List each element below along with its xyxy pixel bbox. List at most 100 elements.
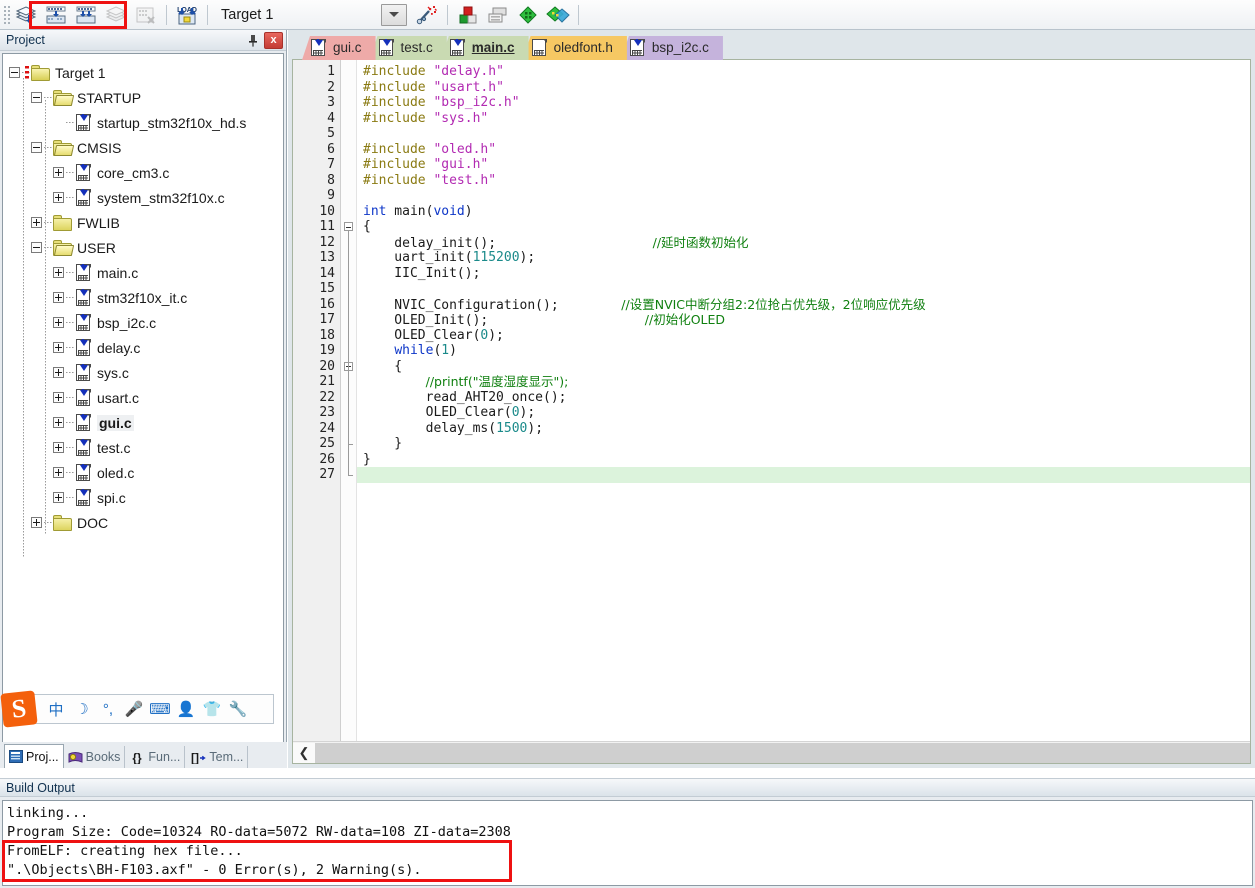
code-line[interactable]: delay_init(); //延时函数初始化 <box>357 235 1250 251</box>
auto-hide-pin-button[interactable] <box>244 32 262 49</box>
code-line[interactable]: #include "oled.h" <box>357 142 1250 158</box>
download-button[interactable]: LOAD <box>173 2 201 28</box>
fold-toggle-icon[interactable] <box>344 222 353 231</box>
expand-toggle-icon[interactable] <box>31 217 42 228</box>
editor-tab-gui-c[interactable]: gui.c <box>302 36 376 60</box>
fold-range-end-1 <box>348 444 353 445</box>
code-line[interactable]: OLED_Init(); //初始化OLED <box>357 312 1250 328</box>
project-icon <box>9 750 23 763</box>
code-line[interactable]: #include "bsp_i2c.h" <box>357 95 1250 111</box>
file-c-icon <box>75 263 92 282</box>
editor-horizontal-scrollbar[interactable]: ❮ <box>293 741 1250 763</box>
manage-project-items-button[interactable] <box>454 2 482 28</box>
expand-toggle-icon[interactable] <box>53 342 64 353</box>
panel-tab-proj[interactable]: Proj... <box>4 744 64 768</box>
expand-toggle-icon[interactable] <box>53 167 64 178</box>
code-line[interactable] <box>357 467 1250 483</box>
code-line[interactable]: { <box>357 219 1250 235</box>
build-output-text[interactable]: linking... Program Size: Code=10324 RO-da… <box>2 800 1253 886</box>
scroll-track[interactable] <box>315 742 1250 763</box>
collapse-toggle-icon[interactable] <box>31 142 42 153</box>
project-tree-container[interactable]: Target 1 STARTUP startup_stm32f10x_hd.s CMS… <box>2 53 284 766</box>
target-options-button[interactable] <box>413 2 441 28</box>
moon-icon[interactable]: ☽ <box>69 696 95 722</box>
editor-tab-bsp-i2c-c[interactable]: bsp_i2c.c <box>620 36 723 60</box>
expand-toggle-icon[interactable] <box>53 467 64 478</box>
expand-toggle-icon[interactable] <box>31 517 42 528</box>
tree-item-target-1[interactable]: Target 1 <box>3 60 283 85</box>
panel-tab-books[interactable]: Books <box>64 746 126 768</box>
code-line[interactable]: } <box>357 452 1250 468</box>
tree-item-label: stm32f10x_it.c <box>97 289 188 306</box>
keil-uvision-window: LOAD Target 1 Project x Target 1 STARTUP… <box>0 0 1255 888</box>
code-line[interactable]: OLED_Clear(0); <box>357 405 1250 421</box>
code-line[interactable]: #include "gui.h" <box>357 157 1250 173</box>
expand-toggle-icon[interactable] <box>53 192 64 203</box>
rebuild-button[interactable] <box>72 2 100 28</box>
punctuation-icon[interactable]: °, <box>95 696 121 722</box>
editor-tab-test-c[interactable]: test.c <box>369 36 447 60</box>
code-token: { <box>363 358 403 374</box>
collapse-toggle-icon[interactable] <box>31 92 42 103</box>
expand-toggle-icon[interactable] <box>53 492 64 503</box>
skin-icon[interactable]: 👕 <box>199 696 225 722</box>
editor-tab-oledfont-h[interactable]: oledfont.h <box>522 36 627 60</box>
pack-installer-button[interactable] <box>544 2 572 28</box>
code-line[interactable]: { <box>357 359 1250 375</box>
target-dropdown[interactable] <box>381 3 408 26</box>
toolbar-separator-3 <box>447 4 449 25</box>
code-line[interactable]: #include "sys.h" <box>357 111 1250 127</box>
chinese-mode-icon[interactable]: 中 <box>43 696 69 722</box>
toolbar-grip[interactable] <box>2 3 10 26</box>
expand-toggle-icon[interactable] <box>53 267 64 278</box>
expand-toggle-icon[interactable] <box>53 417 64 428</box>
manage-multi-items-button[interactable] <box>484 2 512 28</box>
code-line[interactable]: NVIC_Configuration(); //设置NVIC中断分组2:2位抢占… <box>357 297 1250 313</box>
close-panel-button[interactable]: x <box>264 31 283 49</box>
code-folding-margin[interactable] <box>341 60 357 741</box>
expand-toggle-icon[interactable] <box>53 442 64 453</box>
scroll-left-button[interactable]: ❮ <box>293 742 315 763</box>
code-line[interactable] <box>357 281 1250 297</box>
panel-tab-tem[interactable]: [] Tem... <box>185 746 249 768</box>
expand-toggle-icon[interactable] <box>53 292 64 303</box>
stop-build-button[interactable] <box>132 2 160 28</box>
expand-toggle-icon[interactable] <box>53 317 64 328</box>
code-line[interactable]: uart_init(115200); <box>357 250 1250 266</box>
sogou-ime-logo-icon[interactable]: S <box>0 690 38 728</box>
tree-connector-line <box>44 97 53 98</box>
code-line[interactable]: int main(void) <box>357 204 1250 220</box>
code-line[interactable]: while(1) <box>357 343 1250 359</box>
translate-button[interactable] <box>12 2 40 28</box>
manage-run-time-env-button[interactable] <box>514 2 542 28</box>
code-line[interactable]: #include "usart.h" <box>357 80 1250 96</box>
code-line[interactable]: #include "delay.h" <box>357 64 1250 80</box>
expand-toggle-icon[interactable] <box>53 392 64 403</box>
code-token: //初始化OLED <box>644 312 726 327</box>
settings-wrench-icon[interactable]: 🔧 <box>225 696 251 722</box>
code-line[interactable] <box>357 126 1250 142</box>
build-button[interactable] <box>42 2 70 28</box>
code-line[interactable]: IIC_Init(); <box>357 266 1250 282</box>
voice-input-icon[interactable]: 🎤 <box>121 696 147 722</box>
code-line[interactable]: //printf("温度湿度显示"); <box>357 374 1250 390</box>
code-line[interactable]: read_AHT20_once(); <box>357 390 1250 406</box>
editor-tab-main-c[interactable]: main.c <box>440 36 529 60</box>
panel-tab-fun[interactable]: {} Fun... <box>125 746 186 768</box>
tree-item-label: Target 1 <box>55 64 106 81</box>
batch-build-button[interactable] <box>102 2 130 28</box>
code-text[interactable]: #include "delay.h" #include "usart.h" #inc… <box>357 60 1250 741</box>
code-line[interactable]: } <box>357 436 1250 452</box>
user-profile-icon[interactable]: 👤 <box>173 696 199 722</box>
code-line[interactable] <box>357 188 1250 204</box>
code-line[interactable]: delay_ms(1500); <box>357 421 1250 437</box>
collapse-toggle-icon[interactable] <box>31 242 42 253</box>
collapse-toggle-icon[interactable] <box>9 67 20 78</box>
code-scroll-region[interactable]: 1 2 3 4 5 6 7 8 9 10 11 12 13 14 15 16 17 18 19 20 21 22 23 24 2… <box>293 60 1250 741</box>
soft-keyboard-icon[interactable]: ⌨ <box>147 696 173 722</box>
code-line[interactable]: #include "test.h" <box>357 173 1250 189</box>
line-number: 8 <box>327 172 335 188</box>
code-line[interactable]: OLED_Clear(0); <box>357 328 1250 344</box>
expand-toggle-icon[interactable] <box>53 367 64 378</box>
